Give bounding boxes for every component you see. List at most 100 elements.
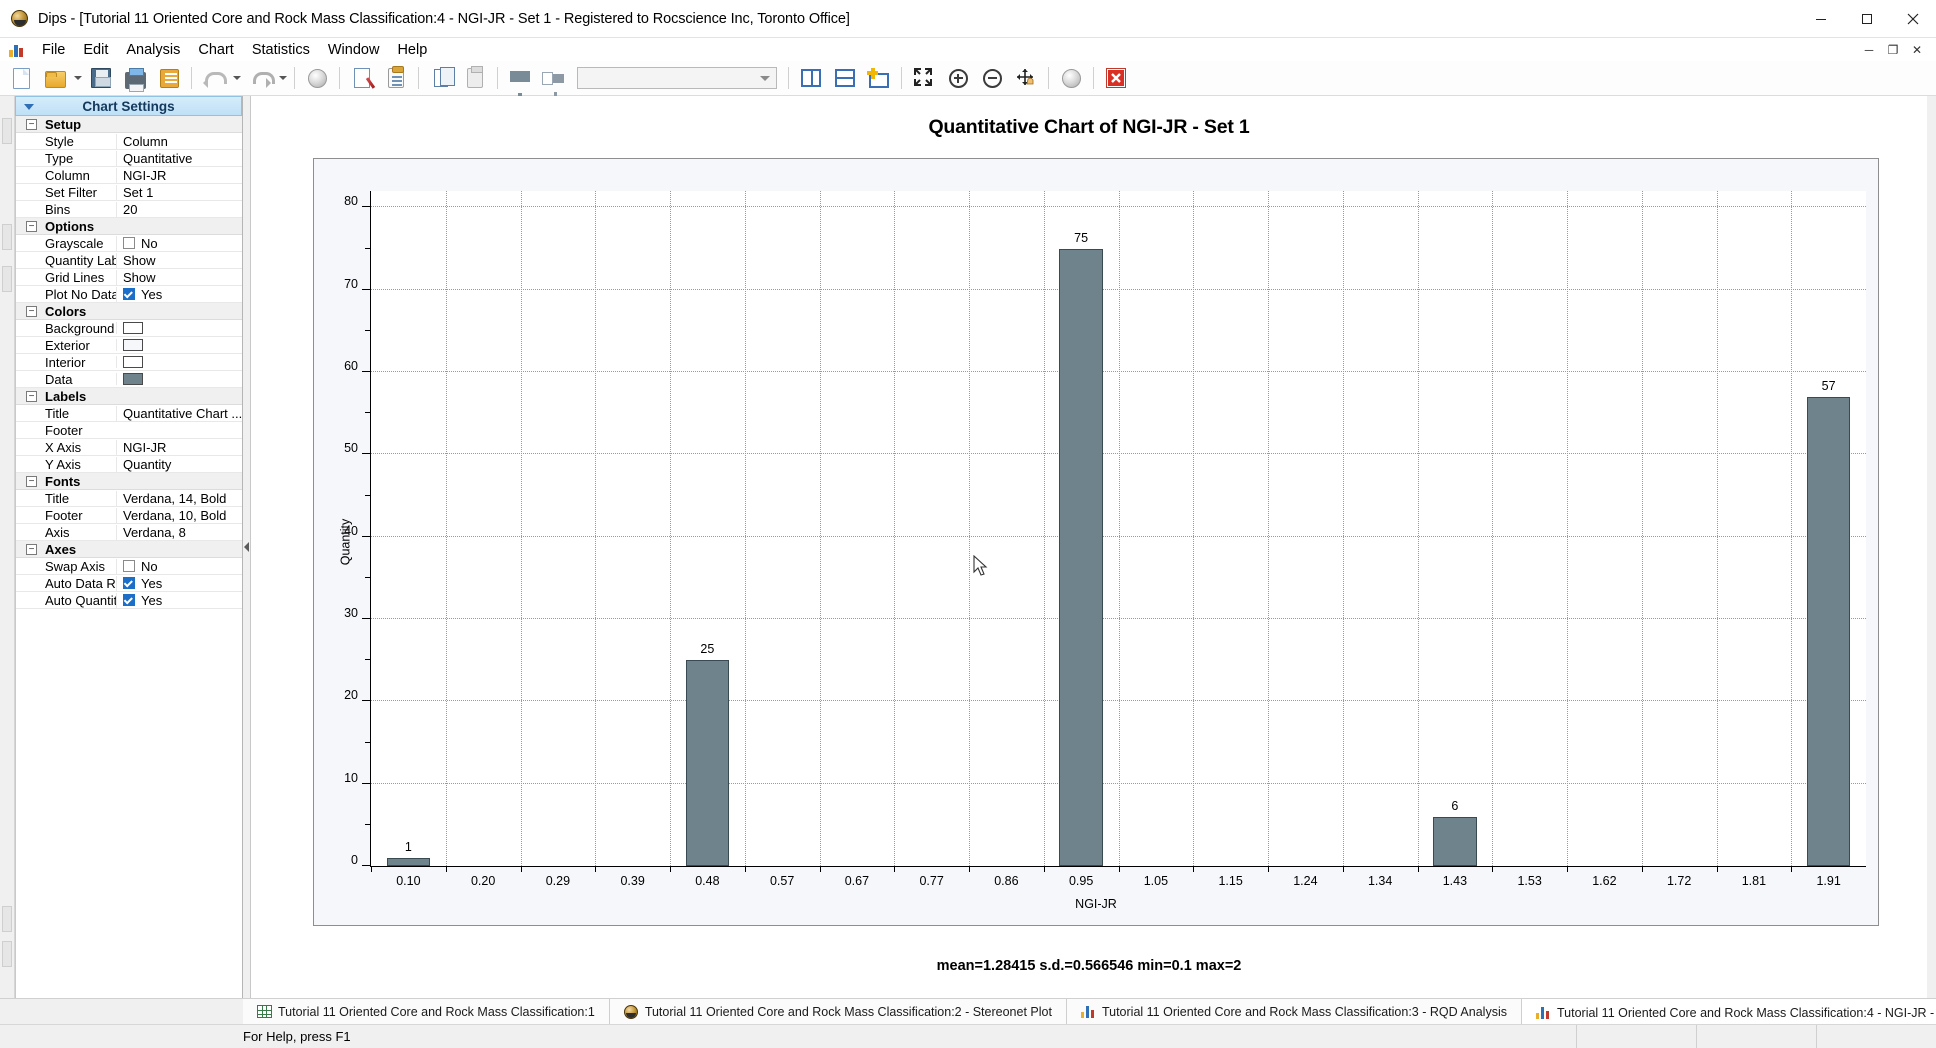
settings-row-value[interactable] [116,322,242,334]
checkbox-swap-axis[interactable] [123,560,135,572]
redo-icon[interactable] [243,63,277,94]
settings-group-options[interactable]: −Options [16,218,242,235]
edit-document-icon[interactable] [345,63,379,94]
settings-row-title[interactable]: TitleVerdana, 14, Bold [16,490,242,507]
settings-row-data[interactable]: Data [16,371,242,388]
settings-row-set-filter[interactable]: Set FilterSet 1 [16,184,242,201]
settings-row-x-axis[interactable]: X AxisNGI-JR [16,439,242,456]
chart-bar[interactable] [1433,817,1476,866]
settings-row-background[interactable]: Background [16,320,242,337]
settings-row-value[interactable]: Quantitative Chart ... [116,406,242,421]
zoom-out-icon[interactable] [975,63,1009,94]
splitter-arrow-icon[interactable] [244,542,249,552]
settings-row-value[interactable]: 20 [116,202,242,217]
add-window-icon[interactable] [862,63,896,94]
undo-dropdown-chevron-down-icon[interactable] [231,63,243,94]
settings-row-column[interactable]: ColumnNGI-JR [16,167,242,184]
group-collapse-icon[interactable]: − [26,221,37,232]
settings-row-value[interactable]: Verdana, 8 [116,525,242,540]
settings-row-value[interactable] [116,339,242,351]
color-swatch-background[interactable] [123,322,143,334]
toolbar-combo-select[interactable] [577,67,777,89]
settings-row-type[interactable]: TypeQuantitative [16,150,242,167]
menu-analysis[interactable]: Analysis [117,40,189,60]
checkbox-grayscale[interactable] [123,237,135,249]
settings-row-swap-axis[interactable]: Swap AxisNo [16,558,242,575]
document-tab-1[interactable]: Tutorial 11 Oriented Core and Rock Mass … [243,999,610,1024]
print-icon[interactable] [118,63,152,94]
document-tab-3[interactable]: Tutorial 11 Oriented Core and Rock Mass … [1067,999,1522,1024]
paste-icon[interactable] [458,63,492,94]
stereonet-sphere-icon[interactable] [300,63,334,94]
group-collapse-icon[interactable]: − [26,544,37,555]
zoom-sphere-icon[interactable] [1054,63,1088,94]
stack-window-icon[interactable] [828,63,862,94]
group-collapse-icon[interactable]: − [26,306,37,317]
zoom-all-icon[interactable] [907,63,941,94]
settings-row-value[interactable]: Verdana, 10, Bold [116,508,242,523]
chart-bar[interactable] [686,660,729,866]
settings-row-exterior[interactable]: Exterior [16,337,242,354]
menu-chart[interactable]: Chart [189,40,242,60]
pan-icon[interactable] [1009,63,1043,94]
save-icon[interactable] [84,63,118,94]
open-dropdown-chevron-down-icon[interactable] [72,63,84,94]
chart-bar[interactable] [1807,397,1850,866]
plot-area[interactable]: 010203040506070800.1010.200.290.390.4825… [370,191,1866,867]
settings-row-auto-quantity[interactable]: Auto Quantity...Yes [16,592,242,609]
settings-row-value[interactable]: Set 1 [116,185,242,200]
settings-row-value[interactable]: No [116,236,242,251]
settings-row-value[interactable]: NGI-JR [116,168,242,183]
color-swatch-exterior[interactable] [123,339,143,351]
group-collapse-icon[interactable]: − [26,119,37,130]
menu-file[interactable]: File [33,40,74,60]
settings-row-value[interactable]: Show [116,253,242,268]
close-button[interactable] [1890,0,1936,38]
settings-group-setup[interactable]: −Setup [16,116,242,133]
settings-row-title[interactable]: TitleQuantitative Chart ... [16,405,242,422]
settings-group-axes[interactable]: −Axes [16,541,242,558]
mdi-restore-button[interactable]: ❐ [1886,43,1900,57]
filter-icon[interactable] [503,63,537,94]
chart-settings-header[interactable]: Chart Settings [15,96,242,116]
settings-row-value[interactable]: Quantity [116,457,242,472]
settings-row-value[interactable]: No [116,559,242,574]
color-swatch-data[interactable] [123,373,143,385]
checkbox-auto-quantity[interactable] [123,594,135,606]
chart-bar[interactable] [1059,249,1102,866]
checkbox-plot-no-data[interactable] [123,288,135,300]
settings-row-axis[interactable]: AxisVerdana, 8 [16,524,242,541]
open-folder-icon[interactable] [38,63,72,94]
close-view-icon[interactable] [1099,63,1133,94]
mdi-close-button[interactable]: ✕ [1910,43,1924,57]
panel-splitter[interactable] [243,96,250,998]
settings-row-value[interactable] [116,356,242,368]
redo-dropdown-chevron-down-icon[interactable] [277,63,289,94]
settings-row-value[interactable] [116,373,242,385]
settings-group-labels[interactable]: −Labels [16,388,242,405]
advanced-filter-icon[interactable] [537,63,571,94]
settings-row-value[interactable]: Show [116,270,242,285]
settings-row-style[interactable]: StyleColumn [16,133,242,150]
settings-row-plot-no-data[interactable]: Plot No DataYes [16,286,242,303]
settings-row-footer[interactable]: Footer [16,422,242,439]
collapse-chevron-down-icon[interactable] [24,104,34,110]
clipboard-icon[interactable] [379,63,413,94]
color-swatch-interior[interactable] [123,356,143,368]
zoom-in-icon[interactable] [941,63,975,94]
mdi-minimize-button[interactable]: ─ [1862,43,1876,57]
settings-row-interior[interactable]: Interior [16,354,242,371]
undo-icon[interactable] [197,63,231,94]
settings-row-value[interactable]: Yes [116,287,242,302]
menu-window[interactable]: Window [319,40,389,60]
group-collapse-icon[interactable]: − [26,476,37,487]
group-collapse-icon[interactable]: − [26,391,37,402]
menu-statistics[interactable]: Statistics [243,40,319,60]
settings-row-grayscale[interactable]: GrayscaleNo [16,235,242,252]
new-icon[interactable] [4,63,38,94]
document-tab-2[interactable]: Tutorial 11 Oriented Core and Rock Mass … [610,999,1067,1024]
settings-row-grid-lines[interactable]: Grid LinesShow [16,269,242,286]
settings-row-quantity-labels[interactable]: Quantity LabelsShow [16,252,242,269]
copy-icon[interactable] [424,63,458,94]
settings-group-fonts[interactable]: −Fonts [16,473,242,490]
